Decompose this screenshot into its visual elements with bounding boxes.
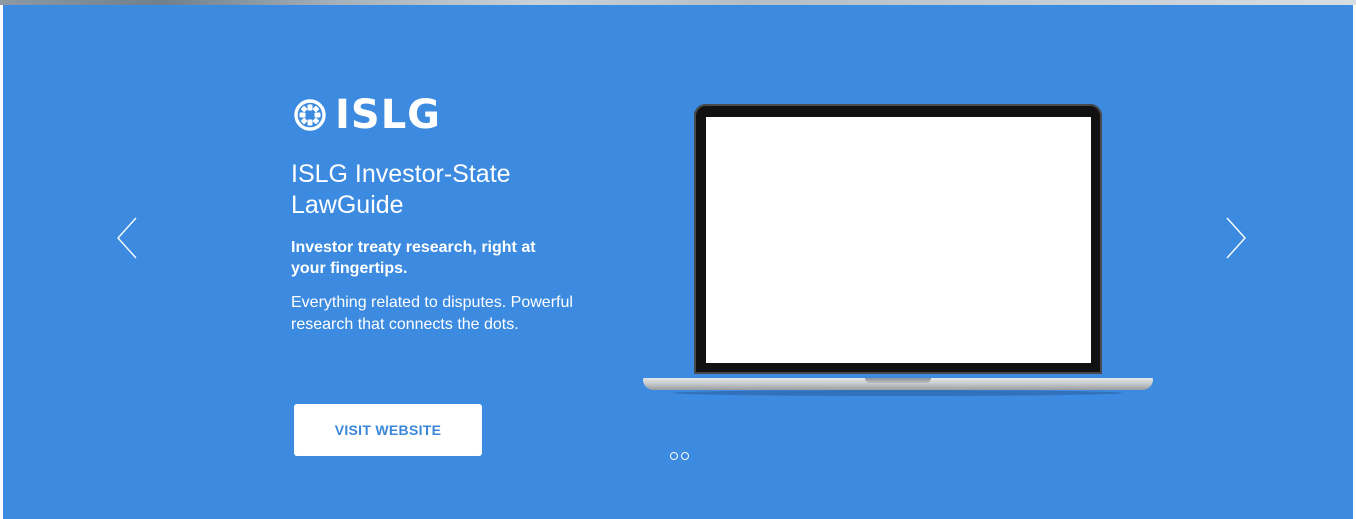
slide-dot-1[interactable] xyxy=(670,452,678,460)
laptop-notch xyxy=(865,378,931,383)
description: Everything related to disputes. Powerful… xyxy=(291,294,573,333)
laptop-screen xyxy=(706,117,1091,363)
chevron-left-icon xyxy=(117,217,137,259)
tagline: Investor treaty research, right at your … xyxy=(291,239,536,277)
slide-dot-2[interactable] xyxy=(681,452,689,460)
chevron-right-icon xyxy=(1226,217,1246,259)
brand-name: ISLG xyxy=(335,92,442,138)
next-slide-button[interactable] xyxy=(1221,215,1251,261)
laptop-shadow xyxy=(673,390,1123,396)
slide-content: ISLG ISLG Investor-State LawGuide Invest… xyxy=(291,93,591,336)
visit-website-button[interactable]: VISIT WEBSITE xyxy=(294,404,482,456)
previous-slide-button[interactable] xyxy=(112,215,142,261)
slide-indicator xyxy=(670,452,689,460)
gear-icon xyxy=(294,99,326,131)
product-title: ISLG Investor-State LawGuide xyxy=(291,160,511,219)
laptop-mockup xyxy=(643,104,1153,399)
brand-logo: ISLG xyxy=(291,93,591,137)
laptop-lid xyxy=(694,104,1102,374)
